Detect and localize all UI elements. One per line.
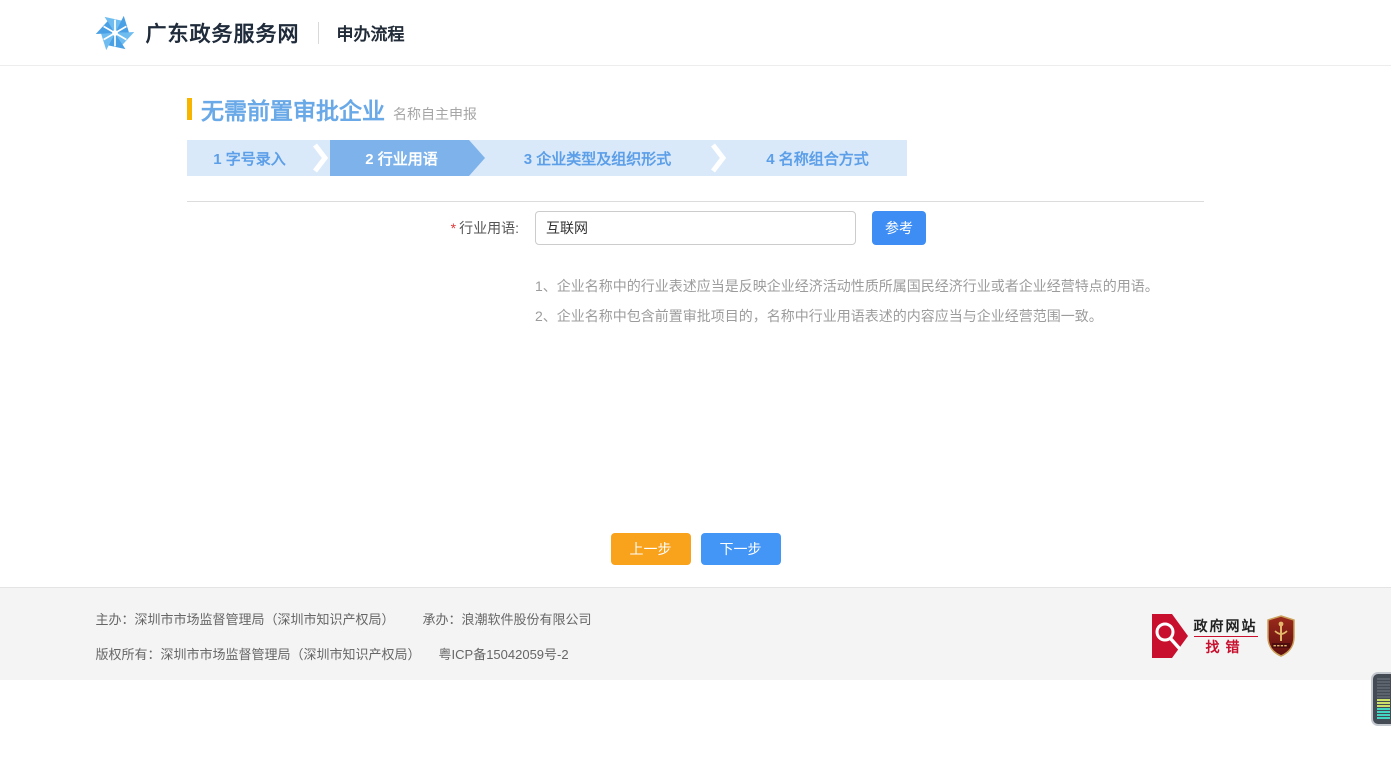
minimap-stripe (1377, 699, 1390, 701)
step-tab-1[interactable]: 1 字号录入 (187, 140, 312, 176)
footer-inner: 主办：深圳市市场监督管理局（深圳市知识产权局）承办：浪潮软件股份有限公司 版权所… (96, 588, 1296, 680)
footer-undertake-label: 承办： (423, 612, 462, 627)
section-divider (187, 201, 1204, 202)
minimap-stripe (1377, 717, 1390, 719)
help-tip-2: 2、企业名称中包含前置审批项目的，名称中行业用语表述的内容应当与企业经营范围一致… (535, 301, 1204, 331)
minimap-stripe (1377, 687, 1390, 689)
footer-badges: 政府网站 找错 (1152, 614, 1296, 658)
step-separator-chevron-icon (312, 140, 330, 176)
main-content: 无需前置审批企业 名称自主申报 1 字号录入 2 行业用语 3 企业类型及组织形… (187, 66, 1204, 566)
industry-term-label: *行业用语: (187, 218, 519, 238)
step-tab-1-label: 1 字号录入 (213, 148, 286, 169)
next-step-button[interactable]: 下一步 (701, 533, 781, 565)
gov-site-error-badge[interactable]: 政府网站 找错 (1152, 614, 1258, 658)
footer-copyright-label: 版权所有： (96, 647, 161, 662)
header-inner: 广东政务服务网 申办流程 (96, 0, 1296, 65)
minimap-stripe (1377, 696, 1390, 698)
footer-undertake: 浪潮软件股份有限公司 (462, 612, 592, 627)
help-tip-1: 1、企业名称中的行业表述应当是反映企业经济活动性质所属国民经济行业或者企业经营特… (535, 271, 1204, 301)
minimap-stripe (1377, 705, 1390, 707)
minimap-stripe (1377, 708, 1390, 710)
gov-site-error-badge-text: 政府网站 找错 (1194, 618, 1258, 655)
minimap-stripe (1377, 678, 1390, 680)
industry-term-label-text: 行业用语: (459, 220, 519, 236)
step-tabs: 1 字号录入 2 行业用语 3 企业类型及组织形式 4 名称组合方式 (187, 140, 907, 176)
step-tab-3[interactable]: 3 企业类型及组织形式 (485, 140, 710, 176)
gov-site-error-badge-rule (1194, 636, 1258, 637)
minimap-stripe (1377, 693, 1390, 695)
minimap-stripe (1377, 690, 1390, 692)
page-title: 无需前置审批企业 (201, 92, 385, 126)
help-tips: 1、企业名称中的行业表述应当是反映企业经济活动性质所属国民经济行业或者企业经营特… (535, 271, 1204, 331)
footer-line-1: 主办：深圳市市场监督管理局（深圳市知识产权局） 承办：浪潮软件股份有限公司 (96, 612, 1296, 628)
step-tab-2-label: 2 行业用语 (365, 148, 438, 169)
step-tab-3-label: 3 企业类型及组织形式 (524, 148, 672, 169)
industry-term-form-row: *行业用语: 参考 (187, 211, 1204, 245)
header: 广东政务服务网 申办流程 (0, 0, 1391, 66)
minimap-stripe (1377, 681, 1390, 683)
footer-icp-number[interactable]: 粤ICP备15042059号-2 (439, 647, 569, 662)
footer: 主办：深圳市市场监督管理局（深圳市知识产权局）承办：浪潮软件股份有限公司 版权所… (0, 587, 1391, 680)
minimap-stripe (1377, 702, 1390, 704)
page-subtitle: 名称自主申报 (393, 104, 477, 124)
step-tab-4-label: 4 名称组合方式 (766, 148, 869, 169)
gov-site-error-badge-line1: 政府网站 (1194, 618, 1258, 634)
step-tab-4[interactable]: 4 名称组合方式 (728, 140, 907, 176)
previous-step-button[interactable]: 上一步 (611, 533, 691, 565)
required-asterisk: * (451, 220, 456, 236)
industry-term-input[interactable] (535, 211, 856, 245)
gov-site-error-badge-line2: 找错 (1194, 640, 1258, 655)
credit-shield-icon[interactable] (1266, 615, 1296, 657)
footer-line-2: 版权所有：深圳市市场监督管理局（深圳市知识产权局） 粤ICP备15042059号-… (96, 647, 1296, 663)
minimap-stripe (1377, 711, 1390, 713)
reference-button[interactable]: 参考 (872, 211, 926, 245)
action-buttons: 上一步 下一步 (187, 533, 1204, 565)
magnifier-pennant-icon (1152, 614, 1188, 658)
step-separator-chevron-icon (710, 140, 728, 176)
pinwheel-logo-icon (96, 14, 134, 52)
minimap-stripe (1377, 684, 1390, 686)
footer-host: 深圳市市场监督管理局（深圳市知识产权局） (135, 612, 395, 627)
minimap-stripe (1377, 714, 1390, 716)
nav-title: 申办流程 (337, 20, 405, 45)
footer-host-label: 主办： (96, 612, 135, 627)
step-tab-2-active[interactable]: 2 行业用语 (330, 140, 485, 176)
title-accent-bar (187, 98, 192, 120)
scroll-minimap-widget[interactable] (1371, 672, 1391, 726)
page-title-row: 无需前置审批企业 名称自主申报 (187, 66, 1204, 126)
header-divider (318, 22, 319, 44)
footer-copyright: 深圳市市场监督管理局（深圳市知识产权局） (161, 647, 421, 662)
site-name: 广东政务服务网 (146, 18, 300, 48)
